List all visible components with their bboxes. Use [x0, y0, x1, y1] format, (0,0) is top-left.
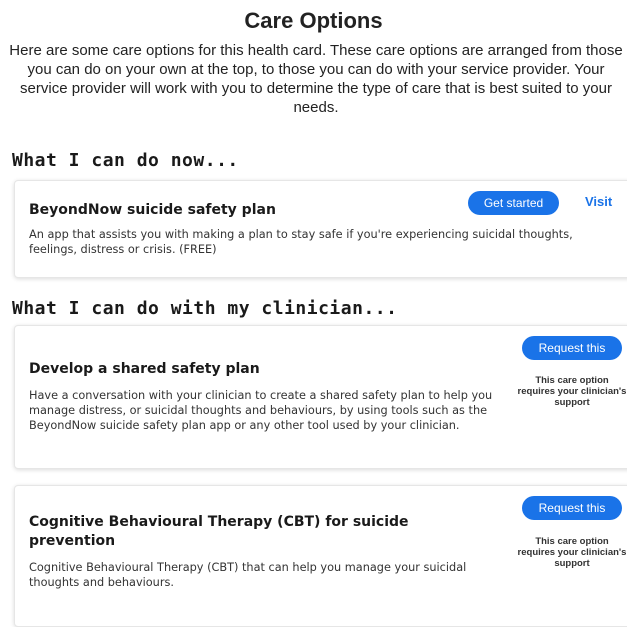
- care-option-title: BeyondNow suicide safety plan: [29, 202, 276, 218]
- care-option-card-cbt: Cognitive Behavioural Therapy (CBT) for …: [14, 485, 627, 627]
- care-option-description: An app that assists you with making a pl…: [29, 228, 573, 256]
- visit-link[interactable]: Visit: [585, 194, 612, 209]
- page-title: Care Options: [244, 8, 383, 33]
- care-option-card-beyondnow: BeyondNow suicide safety plan An app tha…: [14, 180, 627, 278]
- get-started-button[interactable]: Get started: [468, 191, 559, 215]
- care-option-title: Develop a shared safety plan: [29, 361, 260, 377]
- section-heading-self: What I can do now...: [12, 150, 239, 171]
- care-option-title: Cognitive Behavioural Therapy (CBT) for …: [29, 514, 409, 549]
- care-option-description: Cognitive Behavioural Therapy (CBT) that…: [29, 561, 467, 589]
- request-button[interactable]: Request this: [522, 496, 622, 520]
- care-option-description: Have a conversation with your clinician …: [29, 389, 493, 432]
- clinician-support-note: This care option requires your clinician…: [517, 536, 627, 569]
- intro-text: Here are some care options for this heal…: [9, 42, 623, 116]
- request-button[interactable]: Request this: [522, 336, 622, 360]
- section-heading-clinician: What I can do with my clinician...: [12, 298, 398, 319]
- care-option-card-shared-safety-plan: Develop a shared safety plan Have a conv…: [14, 325, 627, 469]
- clinician-support-note: This care option requires your clinician…: [517, 375, 627, 408]
